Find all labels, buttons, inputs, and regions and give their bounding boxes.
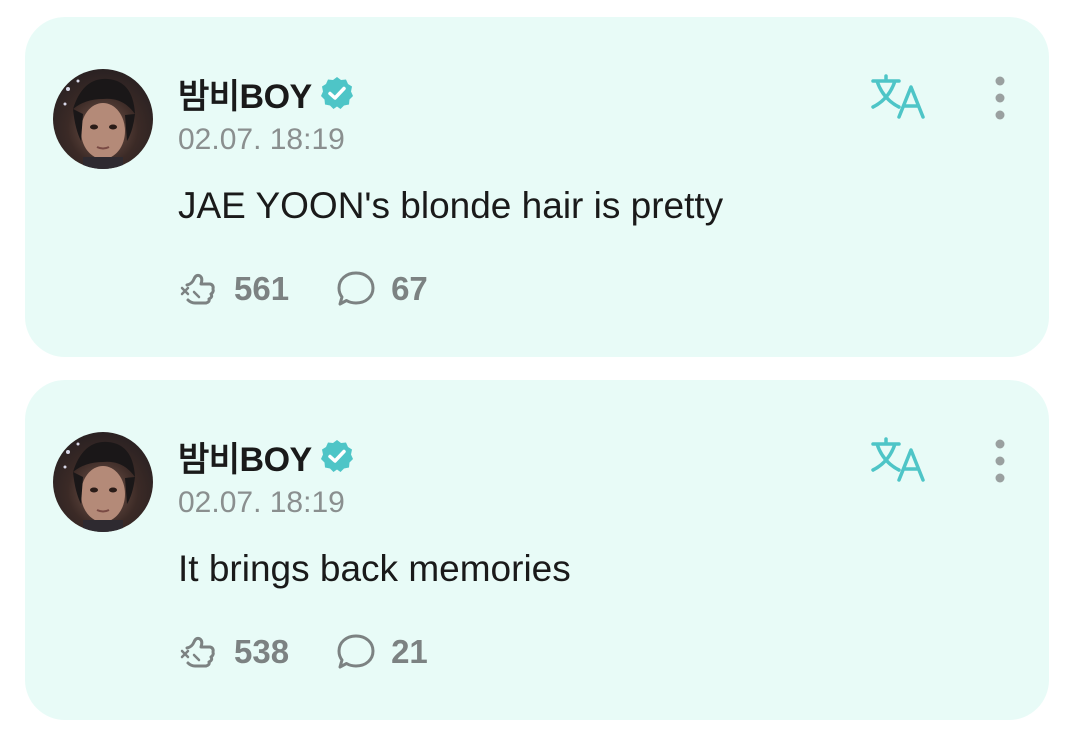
- verified-badge-icon: [320, 77, 353, 109]
- like-count: 561: [234, 270, 290, 307]
- avatar[interactable]: [53, 432, 153, 532]
- like-button[interactable]: 561: [178, 268, 289, 310]
- translate-button[interactable]: [869, 73, 929, 123]
- translate-icon: [871, 74, 925, 119]
- post-text: It brings back memories: [178, 548, 571, 589]
- like-icon: [180, 636, 215, 668]
- author-name[interactable]: 밤비BOY: [178, 432, 312, 481]
- comment-count: 67: [391, 270, 428, 307]
- comment-icon: [337, 271, 375, 306]
- more-options-button[interactable]: [985, 436, 1015, 486]
- verified-badge-icon: [320, 440, 353, 472]
- author-name[interactable]: 밤비BOY: [178, 69, 312, 118]
- avatar[interactable]: [53, 69, 153, 169]
- like-count: 538: [234, 633, 290, 670]
- timestamp: 02.07. 18:19: [178, 123, 345, 156]
- author-row: 밤비BOY: [178, 69, 354, 118]
- post-feed: 밤비BOY 02.07. 18:19 JAE YOON's blonde hai…: [0, 0, 1071, 730]
- translate-button[interactable]: [869, 436, 929, 486]
- like-icon: [180, 273, 215, 305]
- timestamp: 02.07. 18:19: [178, 486, 345, 519]
- like-button[interactable]: 538: [178, 631, 289, 673]
- comment-button[interactable]: 67: [335, 268, 428, 310]
- author-row: 밤비BOY: [178, 432, 354, 481]
- post-card[interactable]: 밤비BOY 02.07. 18:19 JAE YOON's blonde hai…: [25, 17, 1049, 357]
- more-vertical-icon: [995, 439, 1005, 483]
- comment-count: 21: [391, 633, 428, 670]
- more-options-button[interactable]: [985, 73, 1015, 123]
- more-vertical-icon: [995, 76, 1005, 120]
- comment-icon: [337, 634, 375, 669]
- post-actions: 561 67: [178, 267, 474, 311]
- post-card[interactable]: 밤비BOY 02.07. 18:19 It brings back memori…: [25, 380, 1049, 720]
- translate-icon: [871, 437, 925, 482]
- post-text: JAE YOON's blonde hair is pretty: [178, 185, 724, 226]
- post-actions: 538 21: [178, 630, 474, 674]
- comment-button[interactable]: 21: [335, 631, 428, 673]
